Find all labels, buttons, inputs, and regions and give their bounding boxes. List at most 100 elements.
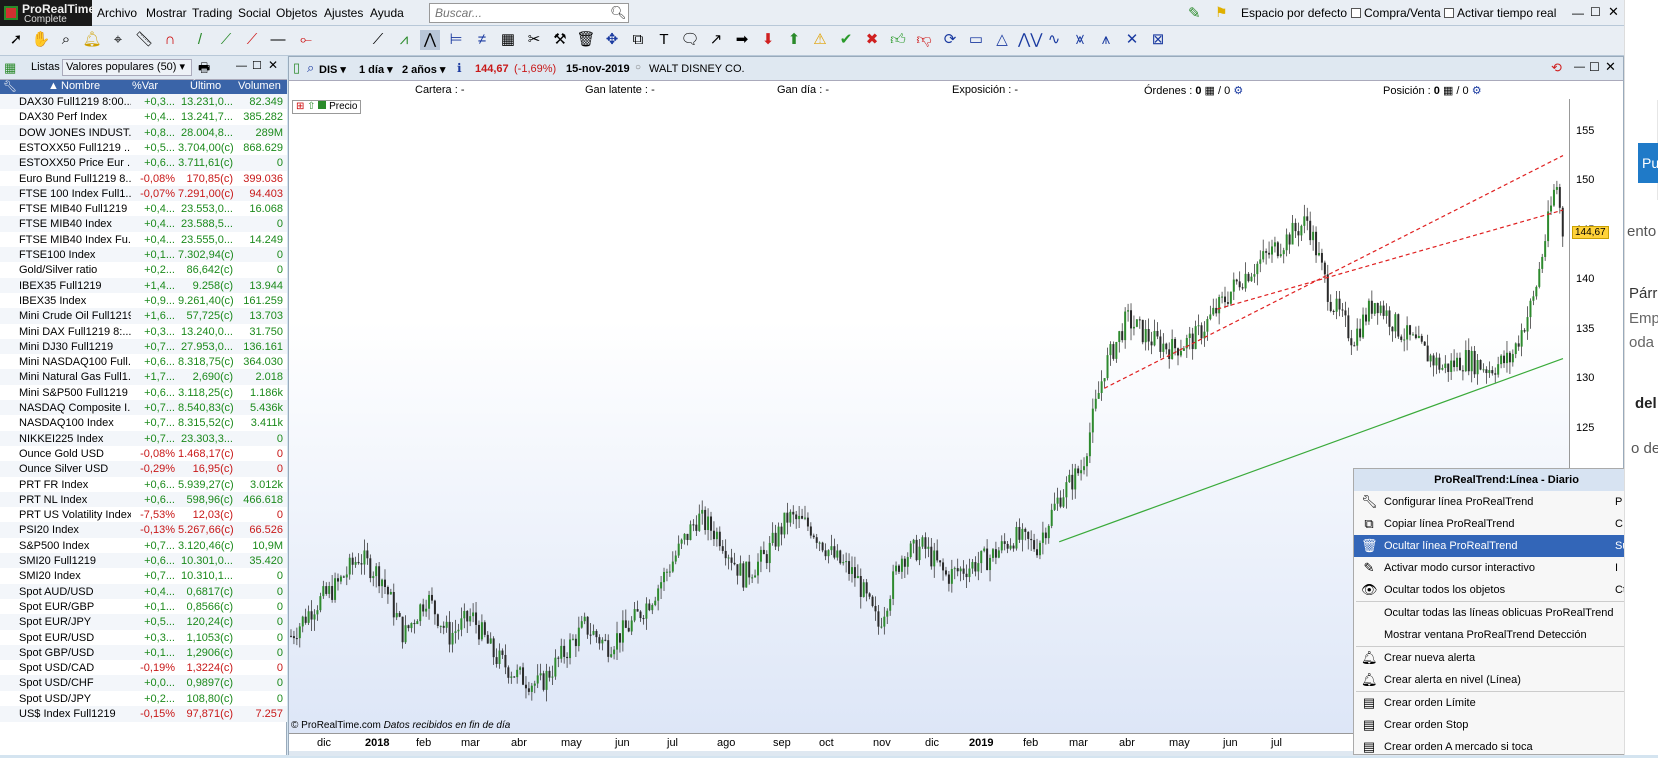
- table-row[interactable]: SMI20 Full1219 +0,6... 10.301,0... 35.420: [0, 553, 287, 569]
- posicion-gear-icon[interactable]: ⚙: [1472, 85, 1482, 97]
- panel-minimize-icon[interactable]: —: [236, 60, 247, 72]
- flag-icon[interactable]: ⚑: [1215, 4, 1228, 21]
- context-menu-item[interactable]: ⧉︎ Copiar línea ProRealTrend C: [1354, 513, 1658, 535]
- table-row[interactable]: Spot USD/JPY +0,2... 108,80(c) 0: [0, 690, 287, 707]
- table-row[interactable]: Spot USD/CAD -0,19% 1,3224(c) 0: [0, 660, 287, 677]
- table-row[interactable]: PRT US Volatility Index -7,53% 12,03(c) 0: [0, 507, 287, 524]
- text-icon[interactable]: T: [654, 30, 674, 50]
- bg-publish-button[interactable]: Pu: [1638, 143, 1658, 183]
- menu-ajustes[interactable]: Ajustes: [324, 6, 363, 20]
- table-row[interactable]: Spot EUR/JPY +0,5... 120,24(c) 0: [0, 614, 287, 631]
- trash-icon[interactable]: 🗑︎: [576, 30, 596, 50]
- context-menu-item[interactable]: Ocultar todas las líneas oblicuas ProRea…: [1354, 602, 1658, 624]
- table-row[interactable]: DOW JONES INDUST... +0,8... 28.004,8... 289…: [0, 124, 287, 141]
- table-row[interactable]: FTSE MIB40 Index +0,4... 23.588,5... 0: [0, 216, 287, 233]
- sync-icon[interactable]: ⟲: [1551, 60, 1562, 76]
- context-menu-item[interactable]: ▤︎ Crear orden Stop: [1354, 714, 1658, 736]
- table-row[interactable]: Spot GBP/USD +0,1... 1,2906(c) 0: [0, 644, 287, 661]
- triangle-icon[interactable]: △: [992, 30, 1012, 50]
- close-icon[interactable]: ✕: [1608, 4, 1619, 20]
- pencil-icon[interactable]: ✎: [1188, 4, 1201, 22]
- candles-icon[interactable]: ▯: [293, 60, 300, 76]
- menu-social[interactable]: Social: [238, 6, 271, 20]
- bubble-icon[interactable]: 🗨︎: [680, 30, 700, 50]
- alert-icon[interactable]: 🔔︎: [82, 30, 102, 50]
- channel-icon[interactable]: ≠: [472, 30, 492, 50]
- rectangle-icon[interactable]: ▭: [966, 30, 986, 50]
- context-menu-item[interactable]: 🗑︎Ocultar línea ProRealTrendSuprimir: [1354, 535, 1658, 557]
- legend-up-icon[interactable]: ⇧: [307, 101, 315, 112]
- context-menu-item[interactable]: ✎︎ Activar modo cursor interactivo I: [1354, 557, 1658, 579]
- buy-sell-checkbox[interactable]: Compra/Venta: [1351, 6, 1441, 20]
- table-row[interactable]: FTSE MIB40 Index Fu... +0,4... 23.555,0...…: [0, 231, 287, 248]
- workspace-label[interactable]: Espacio por defecto: [1241, 6, 1347, 20]
- table-row[interactable]: Spot EUR/GBP +0,1... 0,8566(c) 0: [0, 598, 287, 615]
- panel-maximize-icon[interactable]: ☐: [252, 59, 262, 72]
- context-menu-item[interactable]: 🔧︎ Configurar línea ProRealTrend P: [1354, 491, 1658, 513]
- table-row[interactable]: IBEX35 Index +0,9... 9.261,40(c) 161.259: [0, 292, 287, 309]
- table-row[interactable]: Mini Crude Oil Full1219 +1,6... 57,725(c) 1…: [0, 308, 287, 325]
- col-var[interactable]: %Var: [132, 80, 158, 92]
- pointer-icon[interactable]: ➚: [6, 30, 26, 50]
- hand-icon[interactable]: ✋: [31, 30, 51, 50]
- trend-line-icon[interactable]: ⟋: [368, 30, 388, 50]
- table-row[interactable]: PRT FR Index +0,6... 5.939,27(c) 3.012k: [0, 476, 287, 493]
- search-input[interactable]: [429, 3, 629, 23]
- arrow-up-icon[interactable]: ⬆: [784, 30, 804, 50]
- maximize-icon[interactable]: ☐: [1590, 5, 1601, 19]
- col-volumen[interactable]: Volumen: [238, 80, 281, 92]
- table-row[interactable]: ESTOXX50 Full1219 ... +0,5... 3.704,00(c) 8…: [0, 139, 287, 156]
- menu-archivo[interactable]: Archivo: [97, 6, 137, 20]
- panel-close-icon[interactable]: ✕: [268, 58, 278, 72]
- chart-maximize-icon[interactable]: ☐: [1589, 60, 1600, 74]
- table-row[interactable]: Euro Bund Full1219 8... -0,08% 170,85(c) 39…: [0, 170, 287, 187]
- table-row[interactable]: IBEX35 Full1219 +1,4... 9.258(c) 13.944: [0, 277, 287, 294]
- list-icon[interactable]: ▦: [4, 60, 16, 76]
- table-row[interactable]: US$ Index Full1219 -0,15% 97,871(c) 7.257: [0, 706, 287, 722]
- range-selector[interactable]: 2 años ▾: [402, 63, 445, 76]
- table-row[interactable]: Mini DJ30 Full1219 +0,7... 27.953,0... 136.…: [0, 338, 287, 355]
- measure-icon[interactable]: ⌖: [108, 30, 128, 50]
- table-row[interactable]: FTSE100 Index +0,1... 7.302,94(c) 0: [0, 247, 287, 263]
- menu-trading[interactable]: Trading: [192, 6, 232, 20]
- hline-icon[interactable]: —: [268, 30, 288, 50]
- hammer-icon[interactable]: ⚒: [550, 30, 570, 50]
- scissors-icon[interactable]: ✂: [524, 30, 544, 50]
- trendline-channel-mid[interactable]: [1217, 209, 1564, 310]
- grid-icon[interactable]: ▦: [498, 30, 518, 50]
- table-row[interactable]: SMI20 Index +0,7... 10.310,1... 0: [0, 568, 287, 585]
- table-row[interactable]: NASDAQ100 Index +0,7... 8.315,52(c) 3.411k: [0, 415, 287, 432]
- copy-icon[interactable]: ⧉: [628, 30, 648, 50]
- table-row[interactable]: Spot AUD/USD +0,4... 0,6817(c) 0: [0, 583, 287, 600]
- arrow-down-icon[interactable]: ⬇: [758, 30, 778, 50]
- table-row[interactable]: FTSE 100 Index Full1... -0,07% 7.291,00(c)…: [0, 185, 287, 202]
- thumbs-up-icon[interactable]: 👍︎: [888, 30, 908, 50]
- info-icon[interactable]: ℹ: [457, 61, 462, 75]
- minimize-icon[interactable]: —: [1572, 6, 1584, 20]
- line-red-icon[interactable]: ⟋: [242, 30, 262, 50]
- zoom-icon[interactable]: ⌕: [56, 30, 76, 50]
- warning-icon[interactable]: ⚠: [810, 30, 830, 50]
- chart-close-icon[interactable]: ✕: [1605, 59, 1616, 75]
- col-nombre[interactable]: Nombre: [61, 80, 100, 92]
- abc-icon[interactable]: ⩚: [1096, 30, 1116, 50]
- col-ultimo[interactable]: Último: [190, 80, 221, 92]
- print-icon[interactable]: 🖶︎: [198, 59, 210, 81]
- segment-icon[interactable]: ⟜: [296, 30, 316, 50]
- chart-minimize-icon[interactable]: —: [1574, 61, 1585, 73]
- table-row[interactable]: Mini S&P500 Full1219 +0,6... 3.118,25(c) 1.…: [0, 384, 287, 401]
- search-icon[interactable]: 🔍︎: [610, 5, 627, 21]
- list-selector[interactable]: Valores populares (50) ▾: [62, 59, 192, 76]
- zigzag-icon[interactable]: ⩘: [394, 30, 414, 50]
- ticker-selector[interactable]: DIS ▾: [319, 63, 346, 76]
- pattern-icon[interactable]: ⋀⋁: [1018, 30, 1043, 50]
- app-logo[interactable]: ProRealTime Complete: [0, 0, 95, 26]
- menu-objetos[interactable]: Objetos: [276, 6, 317, 20]
- wrench-icon[interactable]: 🔧︎: [3, 80, 17, 93]
- period-selector[interactable]: 1 día ▾: [359, 63, 393, 76]
- fibo-icon[interactable]: ⊨: [446, 30, 466, 50]
- box-cross-icon[interactable]: ⊠: [1148, 30, 1168, 50]
- menu-mostrar[interactable]: Mostrar: [146, 6, 187, 20]
- elliott-icon[interactable]: ⩙: [1070, 30, 1090, 50]
- context-menu-item[interactable]: Mostrar ventana ProRealTrend Detección: [1354, 624, 1658, 646]
